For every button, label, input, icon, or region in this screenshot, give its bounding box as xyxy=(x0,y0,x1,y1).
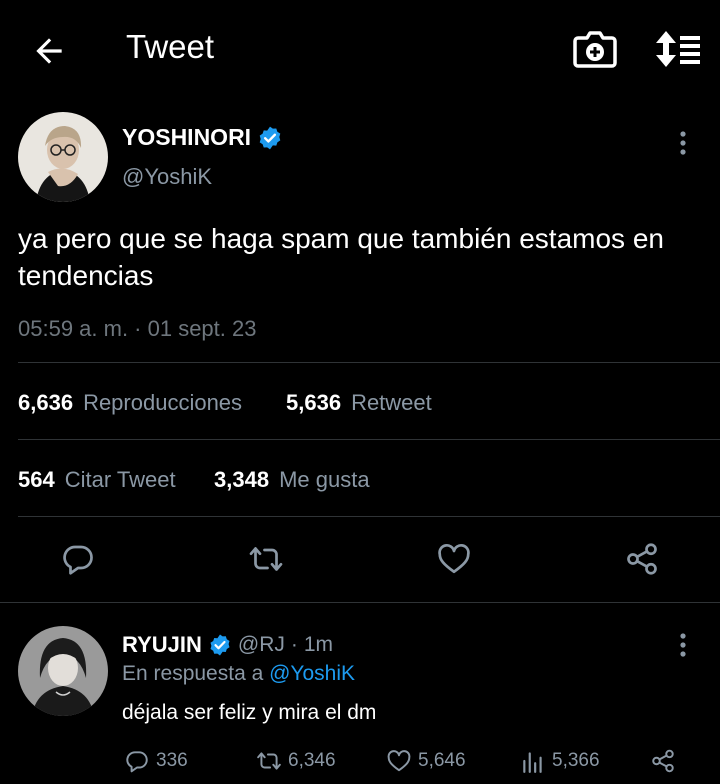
retweet-count: 6,346 xyxy=(288,750,336,771)
verified-badge-icon xyxy=(259,126,281,149)
page-title: Tweet xyxy=(126,28,215,65)
camera-add-icon[interactable] xyxy=(572,28,618,70)
reply-author-avatar[interactable] xyxy=(18,626,108,716)
reply-author-handle[interactable]: @RJ xyxy=(238,633,285,657)
more-options-icon[interactable] xyxy=(678,632,688,658)
in-reply-to-handle[interactable]: @YoshiK xyxy=(269,662,355,685)
author-handle[interactable]: @YoshiK xyxy=(122,164,212,190)
stat-label: Reproducciones xyxy=(83,390,243,415)
stat-retweets[interactable]: 5,636 Retweet xyxy=(286,390,432,416)
reply-like-action[interactable]: 5,646 xyxy=(386,748,466,774)
reply-reply-action[interactable]: 336 xyxy=(124,748,188,774)
more-options-icon[interactable] xyxy=(678,130,688,156)
stat-label: Citar Tweet xyxy=(64,467,176,492)
reply-author-name[interactable]: RYUJIN xyxy=(122,632,202,658)
views-bar-chart-icon xyxy=(523,752,542,773)
back-arrow-icon[interactable] xyxy=(30,32,68,70)
reply-text: déjala ser feliz y mira el dm xyxy=(122,701,377,724)
stat-count: 6,636 xyxy=(18,390,74,415)
separator-dot: · xyxy=(290,633,298,656)
reply-count: 336 xyxy=(156,750,188,771)
author-name[interactable]: YOSHINORI xyxy=(122,124,251,151)
reply-time: 1m xyxy=(303,633,334,656)
reply-icon xyxy=(126,751,148,773)
like-icon xyxy=(387,750,411,772)
views-count: 5,366 xyxy=(552,750,600,771)
verified-badge-icon xyxy=(210,634,230,656)
stat-quote-tweets[interactable]: 564 Citar Tweet xyxy=(18,467,176,493)
reply-header-row: RYUJIN @RJ · 1m xyxy=(122,632,333,658)
divider xyxy=(18,516,720,517)
reply-icon[interactable] xyxy=(60,541,96,577)
divider xyxy=(0,602,720,603)
sort-icon[interactable] xyxy=(652,28,702,70)
share-icon[interactable] xyxy=(650,748,676,774)
like-count: 5,646 xyxy=(418,750,466,771)
reply-retweet-action[interactable]: 6,346 xyxy=(256,748,336,774)
stat-count: 5,636 xyxy=(286,390,342,415)
tweet-timestamp: 05:59 a. m. · 01 sept. 23 xyxy=(18,316,257,341)
stat-count: 3,348 xyxy=(214,467,270,492)
divider xyxy=(18,439,720,440)
top-app-bar: Tweet xyxy=(0,0,720,100)
stat-views[interactable]: 6,636 Reproducciones xyxy=(18,390,242,416)
author-avatar[interactable] xyxy=(18,112,108,202)
stat-count: 564 xyxy=(18,467,55,492)
retweet-icon[interactable] xyxy=(248,541,284,577)
tweet-text: ya pero que se haga spam que también est… xyxy=(18,223,664,291)
share-icon[interactable] xyxy=(624,541,660,577)
stat-label: Retweet xyxy=(351,390,432,415)
stat-likes[interactable]: 3,348 Me gusta xyxy=(214,467,370,493)
author-name-row: YOSHINORI xyxy=(122,124,283,151)
reply-views-action[interactable]: 5,366 xyxy=(520,748,600,774)
stat-label: Me gusta xyxy=(279,467,370,492)
in-reply-to: En respuesta a @YoshiK xyxy=(122,662,355,686)
divider xyxy=(18,362,720,363)
in-reply-to-prefix: En respuesta a xyxy=(122,662,264,685)
like-icon[interactable] xyxy=(436,541,472,577)
retweet-icon xyxy=(257,752,281,770)
